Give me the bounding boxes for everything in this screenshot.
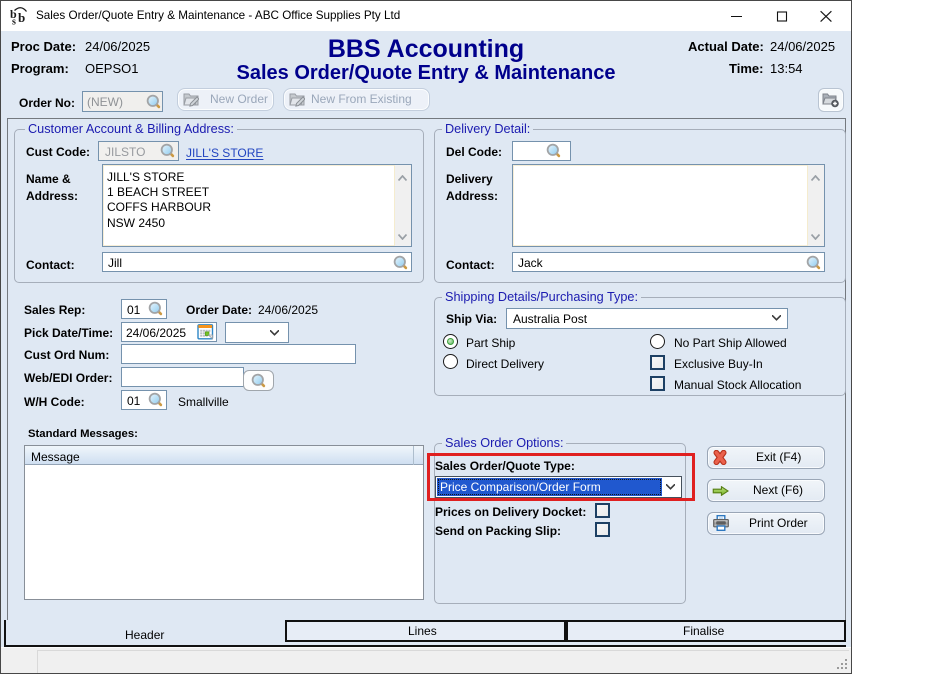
svg-text:b: b (18, 10, 25, 25)
svg-text:s: s (12, 17, 16, 27)
